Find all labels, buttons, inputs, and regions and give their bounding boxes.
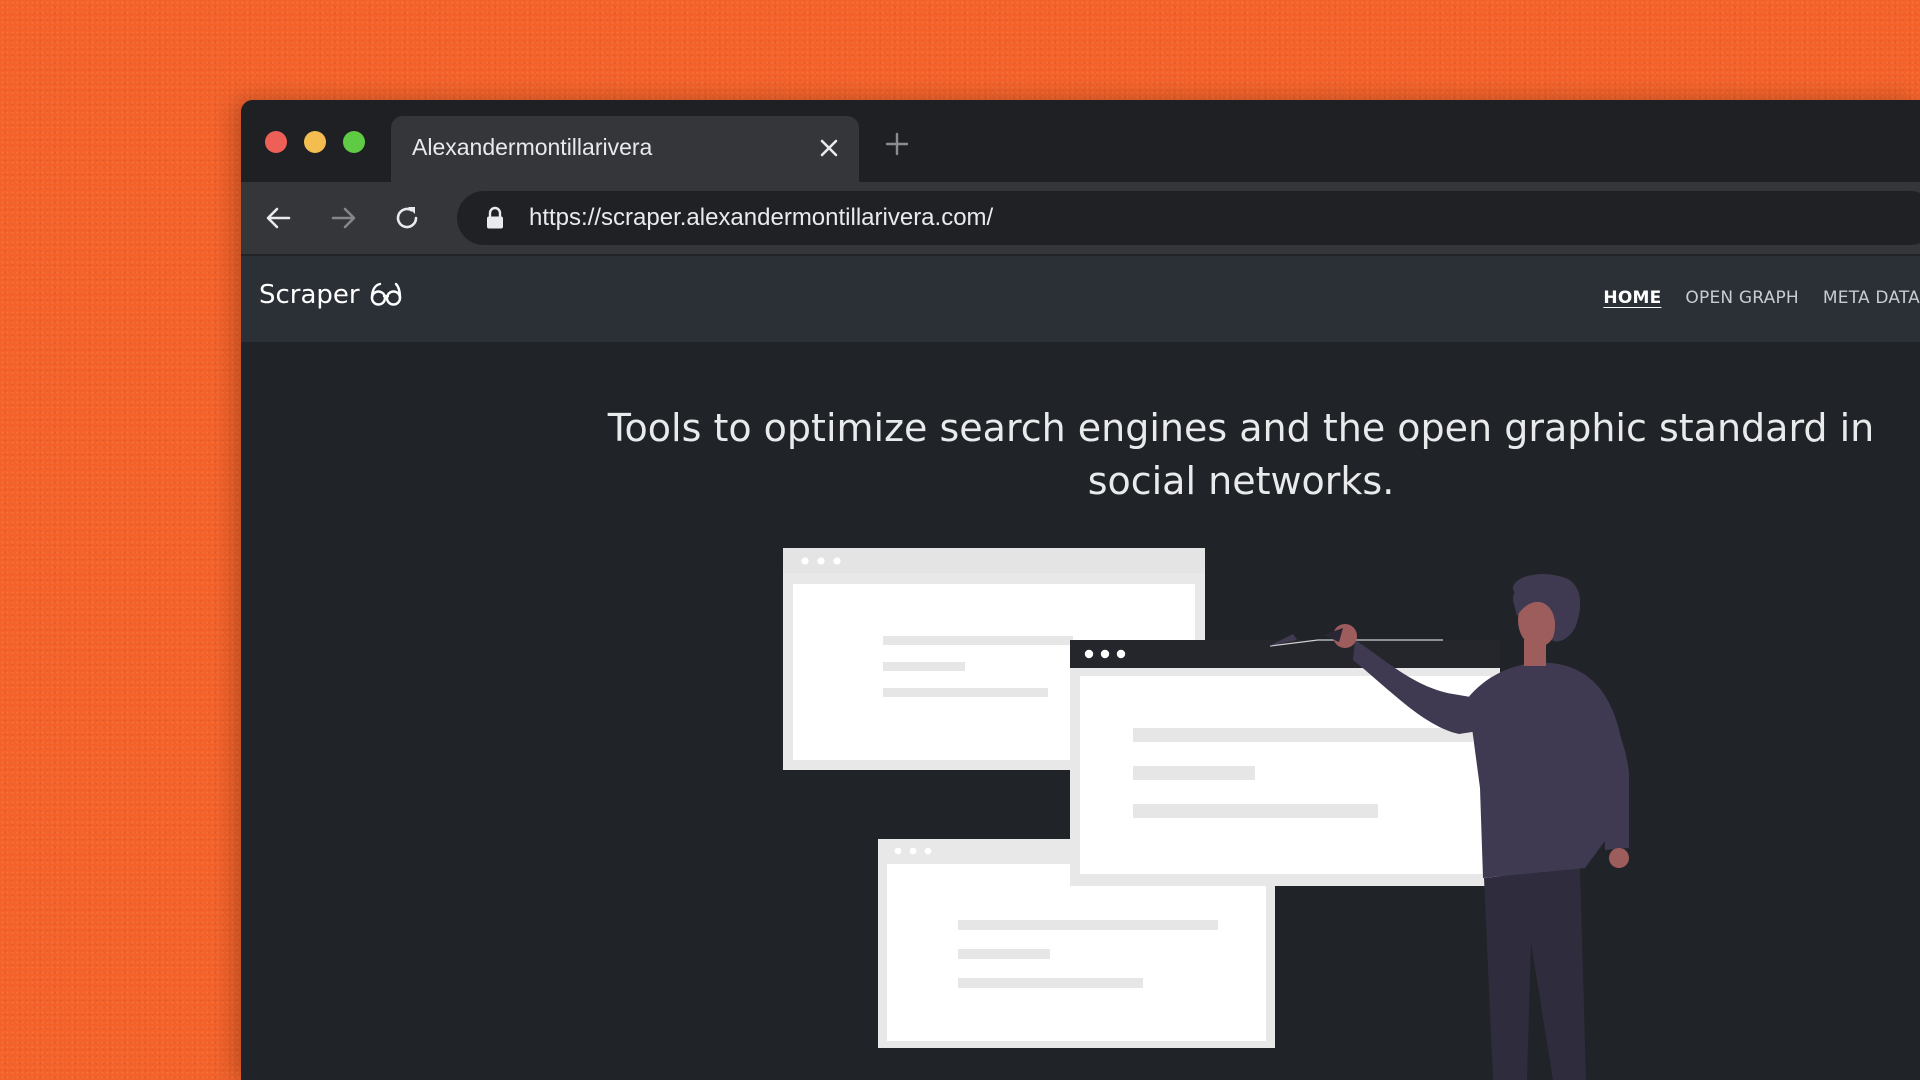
- site-navbar: Scraper HOME OPEN GRAPH META DATA: [241, 256, 1920, 342]
- tab-title: Alexandermontillarivera: [412, 134, 653, 160]
- brand-name: Scraper: [259, 280, 360, 310]
- browser-tab[interactable]: Alexandermontillarivera: [391, 116, 859, 182]
- address-bar[interactable]: https://scraper.alexandermontillarivera.…: [457, 191, 1920, 245]
- browser-toolbar: https://scraper.alexandermontillarivera.…: [241, 182, 1920, 254]
- forward-arrow-icon[interactable]: [327, 202, 359, 234]
- title-bar: Alexandermontillarivera: [241, 100, 1920, 182]
- url-text[interactable]: https://scraper.alexandermontillarivera.…: [529, 204, 993, 232]
- minimize-window-button[interactable]: [304, 131, 326, 153]
- brand-logo[interactable]: Scraper: [259, 280, 404, 310]
- back-arrow-icon[interactable]: [263, 202, 295, 234]
- nav-link-home[interactable]: HOME: [1603, 288, 1661, 308]
- lock-icon: [487, 206, 503, 229]
- reload-icon[interactable]: [391, 202, 423, 234]
- hero-headline: Tools to optimize search engines and the…: [607, 406, 1875, 503]
- close-window-button[interactable]: [265, 131, 287, 153]
- maximize-window-button[interactable]: [343, 131, 365, 153]
- new-tab-icon[interactable]: [883, 130, 911, 158]
- nav-link-open-graph[interactable]: OPEN GRAPH: [1685, 288, 1798, 308]
- glasses-icon: [370, 282, 401, 306]
- close-icon[interactable]: [817, 136, 841, 160]
- main-content: Tools to optimize search engines and the…: [241, 342, 1920, 1080]
- hero-illustration: [783, 548, 1629, 1080]
- browser-window: Alexandermontillarivera https://scraper.…: [241, 100, 1920, 1080]
- nav-links: HOME OPEN GRAPH META DATA: [1603, 288, 1920, 308]
- nav-link-meta-data[interactable]: META DATA: [1823, 288, 1920, 308]
- illustration-window-b: [1070, 640, 1500, 886]
